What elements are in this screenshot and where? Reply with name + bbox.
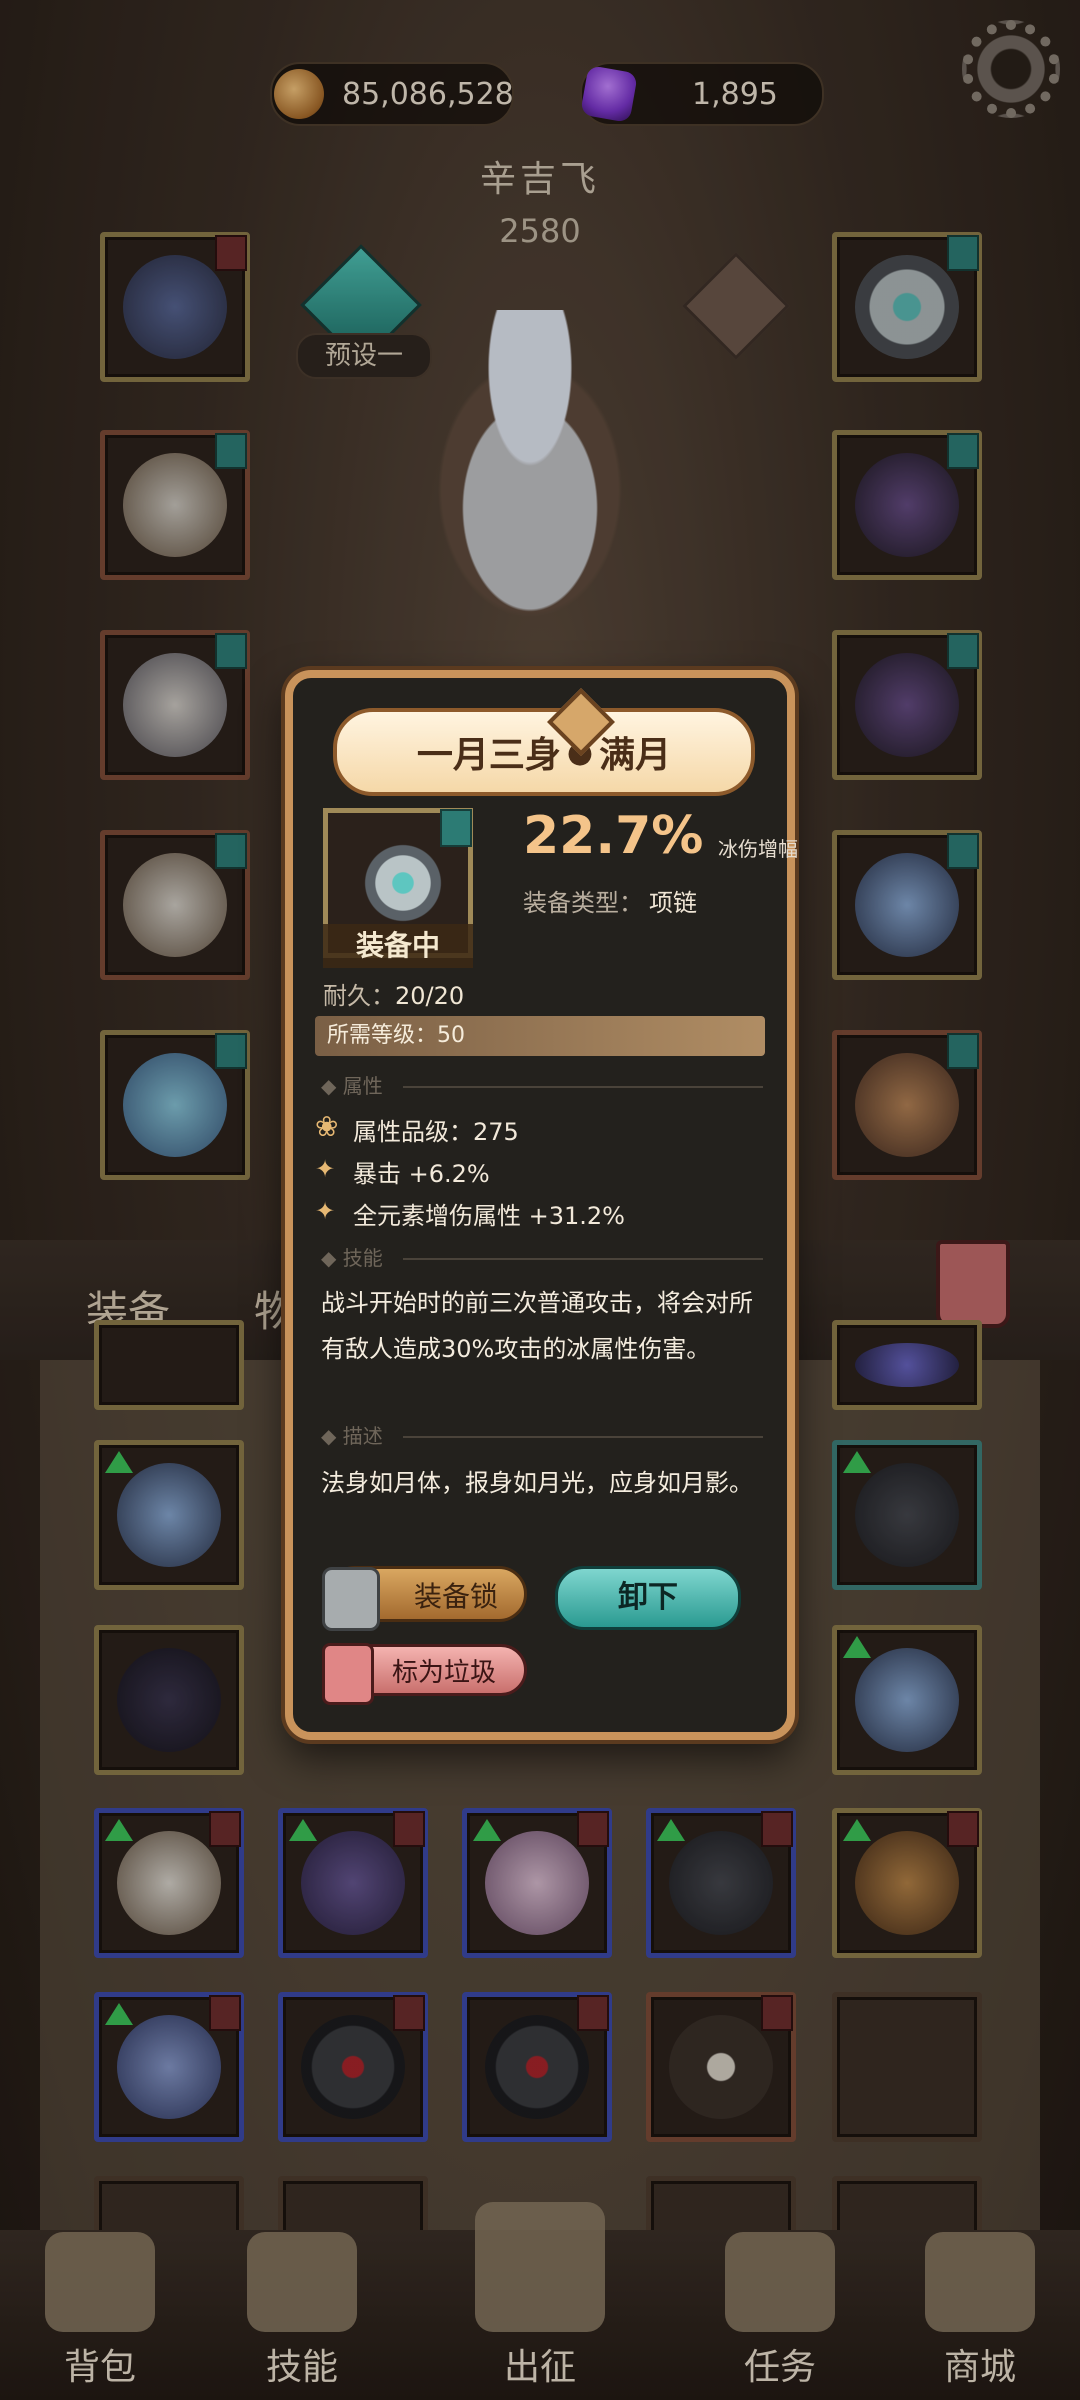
equipped-badge: 装备中 <box>323 924 473 968</box>
section-skill: ◆ 技能 <box>321 1246 383 1270</box>
equipment-type: 装备类型： 项链 <box>523 883 697 918</box>
equipment-type-label: 装备类型： <box>523 889 643 917</box>
equipment-lock-button[interactable]: 装备锁 <box>322 1566 527 1631</box>
equipment-type-value: 项链 <box>649 889 697 917</box>
sparkle-icon: ✦ <box>315 1197 336 1225</box>
item-title-right: 满月 <box>599 735 672 776</box>
divider <box>403 1086 763 1088</box>
lock-icon <box>322 1567 380 1631</box>
durability-value: 20/20 <box>395 982 465 1010</box>
sparkle-icon: ✦ <box>315 1155 336 1183</box>
item-title: 一月三身 ● 满月 <box>333 688 755 796</box>
mark-junk-label: 标为垃圾 <box>391 1658 496 1688</box>
tier-tag-icon <box>440 809 472 847</box>
divider <box>403 1436 763 1438</box>
durability-label: 耐久： <box>323 982 395 1010</box>
section-description: ◆ 描述 <box>321 1424 383 1448</box>
necklace-icon <box>363 843 443 923</box>
skill-text: 战斗开始时的前三次普通攻击，将会对所有敌人造成30%攻击的冰属性伤害。 <box>321 1289 753 1363</box>
equipment-lock-label: 装备锁 <box>413 1580 498 1613</box>
lotus-icon: ❀ <box>315 1110 339 1143</box>
item-detail-modal: 一月三身 ● 满月 装备中 22.7% 冰伤增幅 装备类型：项链 耐久：20/2… <box>285 670 798 1740</box>
divider <box>403 1258 763 1260</box>
stat-elemental: 全元素增伤属性 +31.2% <box>353 1202 625 1230</box>
section-description-label: 描述 <box>342 1424 383 1448</box>
section-attributes-label: 属性 <box>342 1074 383 1098</box>
trash-bin-icon <box>322 1643 374 1705</box>
description-text: 法身如月体，报身如月光，应身如月影。 <box>321 1469 753 1497</box>
section-attributes: ◆ 属性 <box>321 1074 383 1098</box>
item-title-left: 一月三身 <box>416 735 561 776</box>
unequip-button[interactable]: 卸下 <box>555 1566 741 1630</box>
section-skill-label: 技能 <box>342 1246 383 1270</box>
bonus-label: 冰伤增幅 <box>718 837 798 861</box>
durability: 耐久：20/20 <box>323 976 464 1011</box>
required-level: 所需等级：50 <box>315 1016 765 1056</box>
stat-grade: 属性品级：275 <box>353 1118 519 1146</box>
mark-junk-button[interactable]: 标为垃圾 <box>322 1643 527 1705</box>
stat-crit: 暴击 +6.2% <box>353 1160 490 1188</box>
bonus-value: 22.7% <box>523 806 704 866</box>
